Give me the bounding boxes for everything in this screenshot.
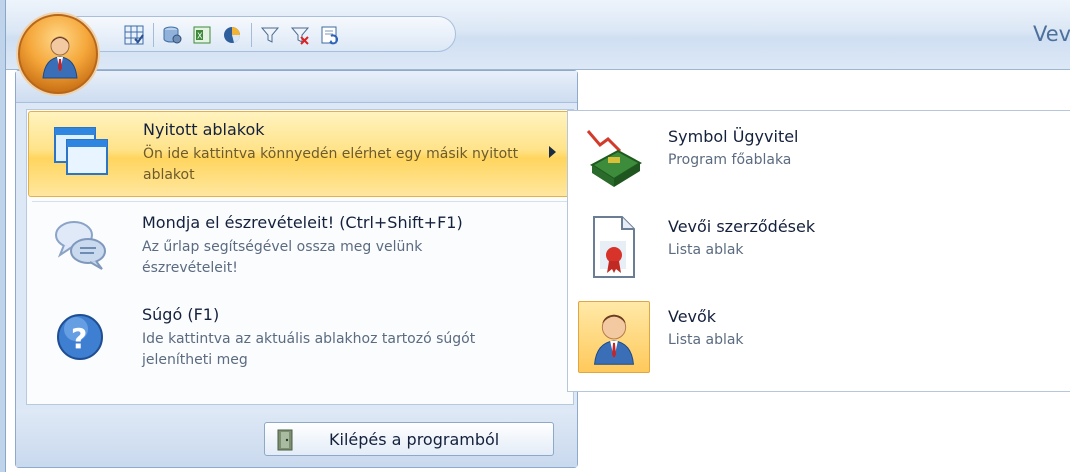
window-title: Vev [1033,22,1070,46]
help-icon: ? [57,314,103,360]
divider [32,201,572,202]
svg-text:X: X [197,32,203,41]
filter-icon[interactable] [259,24,281,46]
window-border [0,0,6,472]
menu-item-title: Mondja el észrevételeit! (Ctrl+Shift+F1) [142,213,463,232]
window-item-vevoi-szerzodesek[interactable]: Vevői szerződések Lista ablak [578,209,1058,293]
application-menu: Nyitott ablakok Ön ide kattintva könnyed… [15,70,578,468]
customer-icon [578,301,650,373]
database-icon[interactable] [161,24,183,46]
exit-door-icon [277,429,293,451]
user-avatar-icon [42,36,78,79]
application-menu-button[interactable] [18,14,98,94]
contract-icon [593,216,635,278]
menu-item-description: Ön ide kattintva könnyedén elérhet egy m… [143,146,519,183]
window-item-title: Symbol Ügyvitel [668,127,799,146]
exit-button[interactable]: Kilépés a programból [264,422,554,456]
submenu-arrow-icon [549,146,556,158]
feedback-icon [55,221,106,270]
excel-icon[interactable]: X [191,24,213,46]
windows-icon [54,127,108,175]
menu-item-help[interactable]: ? Súgó (F1) Ide kattintva az aktuális ab… [28,297,570,383]
menu-item-title: Súgó (F1) [142,305,220,324]
menu-item-description: Ide kattintva az aktuális ablakhoz tarto… [142,331,476,368]
window-item-title: Vevői szerződések [668,217,816,236]
menu-item-title: Nyitott ablakok [143,120,265,139]
menu-header [16,71,577,103]
menu-item-description: Az űrlap segítségével ossza meg velünk é… [142,239,423,276]
open-windows-submenu: Symbol Ügyvitel Program főablaka Vevői s… [567,110,1070,392]
window-item-description: Program főablaka [668,152,792,168]
grid-icon[interactable] [123,24,145,46]
menu-item-open-windows[interactable]: Nyitott ablakok Ön ide kattintva könnyed… [28,111,570,197]
window-item-title: Vevők [668,307,717,326]
window-item-vevok[interactable]: Vevők Lista ablak [578,299,1058,383]
menu-item-feedback[interactable]: Mondja el észrevételeit! (Ctrl+Shift+F1)… [28,205,570,291]
svg-text:?: ? [71,322,87,355]
menu-footer: Kilépés a programból [16,409,577,467]
chart-icon[interactable] [221,24,243,46]
app-main-icon [586,130,642,187]
clear-filter-icon[interactable] [289,24,311,46]
quick-access-toolbar: X [76,16,456,52]
refresh-icon[interactable] [319,24,341,46]
exit-button-label: Kilépés a programból [329,430,500,449]
window-item-symbol-ugyvitel[interactable]: Symbol Ügyvitel Program főablaka [578,119,1058,203]
window-item-description: Lista ablak [668,332,744,348]
window-item-description: Lista ablak [668,242,744,258]
